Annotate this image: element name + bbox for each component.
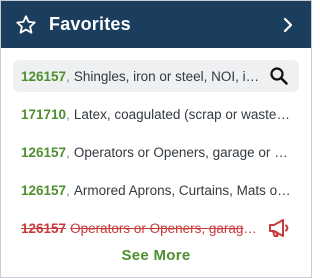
item-code: 126157 xyxy=(21,220,67,236)
item-code: 126157 xyxy=(21,68,67,84)
item-separator: , xyxy=(66,182,70,198)
favorites-header[interactable]: Favorites xyxy=(1,1,311,48)
favorite-item-removed[interactable]: 126157 Operators or Openers, garage or..… xyxy=(13,212,299,244)
favorite-item[interactable]: 126157 , Operators or Openers, garage or… xyxy=(13,136,299,168)
item-description: Shingles, iron or steel, NOI, in bo... xyxy=(73,68,263,84)
favorites-list: 126157 , Shingles, iron or steel, NOI, i… xyxy=(1,48,311,244)
item-separator: , xyxy=(66,106,70,122)
favorites-panel: Favorites 126157 , Shingles, iron or ste… xyxy=(0,0,312,278)
item-separator: , xyxy=(66,144,70,160)
item-separator: , xyxy=(66,68,70,84)
item-code: 126157 xyxy=(21,182,67,198)
item-description: Operators or Openers, garage or... xyxy=(70,220,263,236)
item-description: Armored Aprons, Curtains, Mats or V... xyxy=(73,182,291,198)
search-icon[interactable] xyxy=(267,64,291,88)
megaphone-icon[interactable] xyxy=(267,216,291,240)
see-more-link[interactable]: See More xyxy=(1,247,311,264)
item-code: 126157 xyxy=(21,144,67,160)
item-description: Latex, coagulated (scrap or waste lat... xyxy=(73,106,291,122)
star-icon xyxy=(13,12,39,38)
favorite-item[interactable]: 126157 , Armored Aprons, Curtains, Mats … xyxy=(13,174,299,206)
panel-title: Favorites xyxy=(49,14,131,34)
item-description: Operators or Openers, garage or co... xyxy=(73,144,291,160)
chevron-right-icon[interactable] xyxy=(277,14,299,36)
favorite-item[interactable]: 171710 , Latex, coagulated (scrap or was… xyxy=(13,98,299,130)
item-code: 171710 xyxy=(21,106,67,122)
favorite-item[interactable]: 126157 , Shingles, iron or steel, NOI, i… xyxy=(13,60,299,92)
